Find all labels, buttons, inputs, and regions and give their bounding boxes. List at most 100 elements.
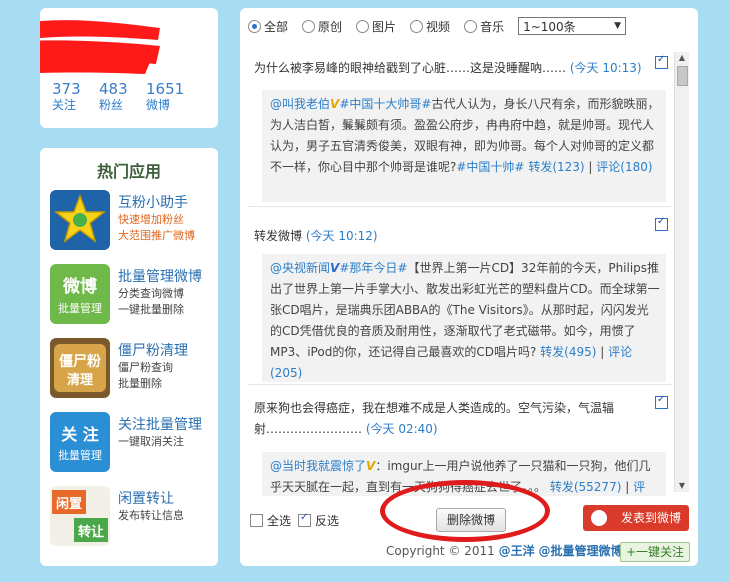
scroll-down-icon[interactable]: ▼: [675, 480, 689, 492]
range-select[interactable]: 1~100条 ▼: [518, 17, 627, 35]
quote-user-link[interactable]: @央视新闻: [270, 261, 330, 275]
copyright-text: Copyright © 2011: [386, 544, 495, 558]
verified-v-icon: V: [330, 97, 340, 111]
select-all-checkbox[interactable]: 全选: [250, 512, 291, 529]
follow-button[interactable]: +一键关注: [620, 542, 690, 562]
app-desc-2: 一键批量删除: [118, 303, 184, 316]
weibo-logo-icon: [591, 510, 607, 526]
quoted-post: @叫我老伯V#中国十大帅哥#古代人认为，身长八尺有余，而形貌昳丽，为人洁白皙，鬑…: [262, 90, 666, 202]
app-item-idle-transfer[interactable]: 闲置 转让 闲置转让 发布转让信息: [50, 486, 218, 552]
scroll-up-icon[interactable]: ▲: [675, 52, 689, 64]
app-desc-2: 批量删除: [118, 377, 162, 390]
follow-batch-icon[interactable]: 关 注 批量管理: [50, 412, 110, 472]
filter-music[interactable]: 音乐: [464, 18, 504, 35]
radio-button[interactable]: [410, 19, 424, 33]
app-item-zombie-fans[interactable]: 僵尸粉 清理 僵尸粉清理 僵尸粉查询 批量删除: [50, 338, 218, 404]
app-name[interactable]: 互粉小助手: [118, 192, 188, 212]
following-count: 373: [52, 80, 81, 98]
app-item-follow-batch[interactable]: 关 注 批量管理 关注批量管理 一键取消关注: [50, 412, 218, 478]
verified-v-icon: V: [366, 459, 376, 473]
app-name[interactable]: 闲置转让: [118, 488, 174, 508]
checkbox[interactable]: [298, 512, 311, 527]
stat-following[interactable]: 373 关注: [52, 80, 99, 113]
list-item: 转发微博 (今天 10:12) @央视新闻V#那年今日#【世界上第一片CD】32…: [248, 208, 672, 385]
topic-link[interactable]: #中国十大帅哥#: [339, 97, 431, 111]
batch-weibo-icon[interactable]: 微博 批量管理: [50, 264, 110, 324]
app-desc-1: 快速增加粉丝: [118, 213, 184, 226]
svg-text:转让: 转让: [78, 524, 104, 540]
app-name[interactable]: 批量管理微博: [118, 266, 202, 286]
app-name[interactable]: 关注批量管理: [118, 414, 202, 434]
helper-star-icon[interactable]: [50, 190, 110, 250]
app-desc-1: 发布转让信息: [118, 509, 184, 522]
redaction-scribble: [40, 20, 160, 74]
list-item: 为什么被李易峰的眼神给戳到了心脏……这是没睡醒吶…… (今天 10:13) @叫…: [248, 46, 672, 207]
radio-button[interactable]: [356, 19, 370, 33]
invert-selection-checkbox[interactable]: 反选: [298, 512, 339, 529]
app-desc-1: 僵尸粉查询: [118, 361, 173, 374]
app-desc-2: 大范围推广微博: [118, 229, 195, 242]
app-link[interactable]: @批量管理微博: [538, 544, 622, 558]
forward-link[interactable]: 转发(495): [540, 345, 596, 359]
following-label[interactable]: 关注: [52, 98, 99, 113]
comment-link[interactable]: 评论(180): [596, 160, 652, 174]
post-time[interactable]: (今天 02:40): [366, 422, 438, 436]
post-checkbox[interactable]: [655, 216, 668, 231]
app-item-fans-helper[interactable]: 互粉小助手 快速增加粉丝 大范围推广微博: [50, 190, 218, 256]
hot-apps-panel: 热门应用 互粉小助手 快速增加粉丝 大范围推广微博 微博 批量管理 批量管理微博…: [40, 148, 218, 566]
forward-link[interactable]: 转发(55277): [550, 480, 622, 494]
svg-text:闲置: 闲置: [56, 497, 82, 512]
filter-image[interactable]: 图片: [356, 18, 396, 35]
weibo-count: 1651: [146, 80, 185, 98]
quoted-post: @央视新闻V#那年今日#【世界上第一片CD】32年前的今天，Philips推出了…: [262, 254, 666, 382]
post-time[interactable]: (今天 10:13): [570, 61, 642, 75]
filter-label: 图片: [372, 19, 397, 34]
verified-v-icon: V: [330, 261, 340, 275]
radio-button[interactable]: [248, 19, 261, 33]
svg-text:批量管理: 批量管理: [58, 301, 102, 315]
filter-original[interactable]: 原创: [302, 18, 342, 35]
zombie-fans-icon[interactable]: 僵尸粉 清理: [50, 338, 110, 398]
post-checkbox[interactable]: [655, 394, 668, 409]
chevron-down-icon: ▼: [614, 21, 622, 31]
svg-text:批量管理: 批量管理: [58, 448, 102, 462]
list-scrollbar[interactable]: ▲ ▼: [674, 52, 689, 492]
svg-text:清理: 清理: [67, 372, 93, 388]
fans-label[interactable]: 粉丝: [99, 98, 146, 113]
radio-button[interactable]: [302, 19, 316, 33]
app-name[interactable]: 僵尸粉清理: [118, 340, 188, 360]
comment-link[interactable]: 评: [633, 480, 645, 494]
stat-weibo[interactable]: 1651 微博: [146, 80, 193, 113]
forward-link[interactable]: 转发(123): [528, 160, 584, 174]
stat-fans[interactable]: 483 粉丝: [99, 80, 146, 113]
idle-transfer-icon[interactable]: 闲置 转让: [50, 486, 110, 546]
svg-text:微博: 微博: [62, 276, 97, 297]
select-all-label: 全选: [267, 514, 292, 528]
invert-label: 反选: [315, 514, 340, 528]
svg-text:僵尸粉: 僵尸粉: [59, 353, 101, 370]
filter-label: 全部: [264, 19, 289, 34]
app-item-batch-weibo[interactable]: 微博 批量管理 批量管理微博 分类查询微博 一键批量删除: [50, 264, 218, 330]
filter-label: 原创: [318, 19, 343, 34]
author-link[interactable]: @王洋: [499, 544, 535, 558]
topic-link[interactable]: #那年今日#: [339, 261, 407, 275]
filter-all[interactable]: 全部: [248, 18, 288, 35]
post-checkbox[interactable]: [655, 54, 668, 69]
filter-label: 音乐: [480, 19, 505, 34]
weibo-label[interactable]: 微博: [146, 98, 193, 113]
scrollbar-thumb[interactable]: [677, 66, 688, 86]
filter-bar: 全部 原创 图片 视频 音乐 1~100条 ▼: [248, 16, 627, 36]
quote-user-link[interactable]: @叫我老伯: [270, 97, 330, 111]
post-text: 为什么被李易峰的眼神给戳到了心脏……这是没睡醒吶…… (今天 10:13): [254, 61, 642, 75]
topic-link[interactable]: #中国十帅#: [456, 160, 524, 174]
quote-user-link[interactable]: @当时我就震惊了: [270, 459, 366, 473]
filter-label: 视频: [426, 19, 451, 34]
filter-video[interactable]: 视频: [410, 18, 450, 35]
post-text: 原来狗也会得癌症，我在想难不成是人类造成的。空气污染，气温辐射…………………… …: [254, 401, 615, 436]
publish-label: 发表到微博: [620, 511, 681, 525]
radio-button[interactable]: [464, 19, 478, 33]
checkbox[interactable]: [250, 514, 263, 527]
app-desc-1: 一键取消关注: [118, 435, 184, 448]
publish-to-weibo-button[interactable]: 发表到微博: [583, 505, 689, 531]
post-time[interactable]: (今天 10:12): [306, 229, 378, 243]
